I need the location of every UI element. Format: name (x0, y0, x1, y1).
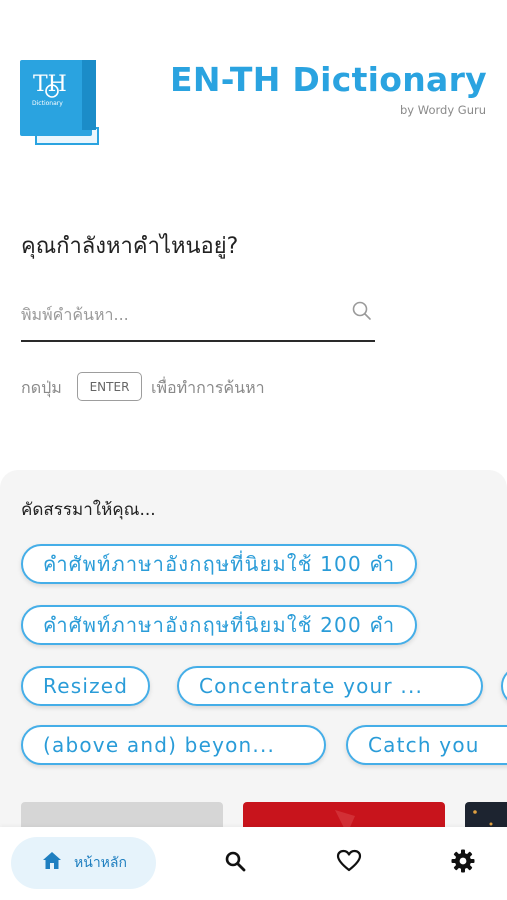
article-card[interactable] (465, 802, 507, 830)
logo-letters: TH (33, 72, 67, 97)
article-card[interactable] (243, 802, 445, 830)
search-question: คุณกำลังหาคำไหนอยู่? (21, 234, 239, 259)
chip-catch-you[interactable]: Catch you (346, 725, 507, 765)
recommendation-panel: คัดสรรมาให้คุณ... คำศัพท์ภาษาอังกฤษที่นิ… (0, 470, 507, 830)
nav-settings-button[interactable] (449, 849, 477, 877)
search-input[interactable] (21, 296, 341, 332)
app-title: EN-TH Dictionary (170, 60, 487, 99)
chip-resized[interactable]: Resized (21, 666, 151, 706)
article-card[interactable] (21, 802, 223, 830)
nav-favorites-button[interactable] (335, 849, 363, 877)
card-image (473, 810, 493, 826)
enter-key-badge: ENTER (77, 372, 142, 401)
hint-suffix: เพื่อทำการค้นหา (151, 378, 265, 397)
chip-vocab-200[interactable]: คำศัพท์ภาษาอังกฤษที่นิยมใช้ 200 คำ (21, 605, 418, 645)
logo-caption: Dictionary (32, 100, 63, 107)
chip-vocab-100[interactable]: คำศัพท์ภาษาอังกฤษที่นิยมใช้ 100 คำ (21, 544, 418, 584)
search-icon[interactable] (351, 300, 373, 322)
recommendation-title: คัดสรรมาให้คุณ... (21, 500, 156, 520)
card-image (335, 810, 355, 830)
hint-prefix: กดปุ่ม (21, 378, 62, 397)
search-field (21, 292, 375, 342)
chip-concentrate[interactable]: Concentrate your ... (177, 666, 483, 706)
nav-search-button[interactable] (221, 849, 249, 877)
home-icon (40, 849, 64, 877)
nav-home-label: หน้าหลัก (74, 855, 127, 871)
app-logo: TH Dictionary (20, 58, 100, 146)
chip-partial[interactable] (501, 666, 507, 706)
heart-icon (336, 849, 362, 877)
search-icon (223, 849, 247, 877)
gear-icon (450, 848, 476, 878)
bottom-nav: หน้าหลัก (0, 827, 507, 900)
app-subtitle: by Wordy Guru (400, 103, 486, 117)
nav-home-button[interactable]: หน้าหลัก (11, 837, 156, 889)
chip-above-beyond[interactable]: (above and) beyon... (21, 725, 326, 765)
